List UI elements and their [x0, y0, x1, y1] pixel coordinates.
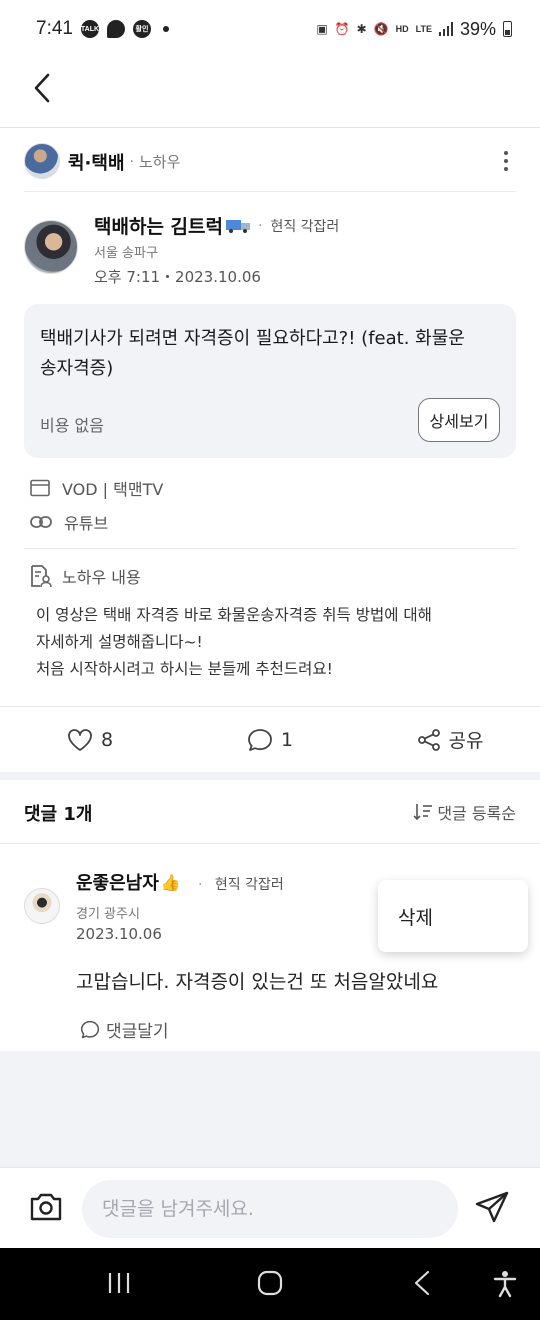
author-location: 서울 송파구 [94, 246, 158, 261]
author-meta: · 현직 각잡러 [258, 216, 339, 236]
status-time: 7:41 [36, 18, 73, 39]
category-row: 퀵·택배 · 노하우 [24, 142, 516, 192]
heart-icon [68, 728, 92, 751]
section-gap [0, 772, 540, 780]
comment-button[interactable]: 1 [180, 728, 360, 752]
chat-notification-icon [106, 20, 125, 38]
knowhow-line: 이 영상은 택배 자격증 바로 화물운송자격증 취득 방법에 대해 [36, 606, 432, 624]
detail-button[interactable]: 상세보기 [418, 398, 500, 442]
like-count: 8 [100, 728, 114, 751]
link-row[interactable]: 유튜브 [30, 510, 108, 534]
send-button[interactable] [474, 1190, 510, 1228]
vod-window-icon [30, 479, 50, 497]
bluetooth-icon: ✱ [356, 22, 367, 36]
vod-row: VOD | 택맨TV [30, 476, 163, 500]
thumbs-up-emoji-icon: 👍 [160, 872, 181, 892]
link-label: 유튜브 [64, 514, 109, 533]
camera-button[interactable] [28, 1190, 64, 1228]
signal-icon [438, 22, 453, 36]
author-job: 현직 각잡러 [270, 219, 340, 235]
author-avatar[interactable] [24, 220, 78, 274]
talk-notification-icon: TALK [81, 20, 99, 38]
knowhow-line: 처음 시작하시려고 하시는 분들께 추천드려요! [36, 660, 333, 678]
author-name: 택배하는 김트럭 [94, 216, 223, 238]
alarm-icon: ⏰ [334, 22, 350, 36]
back-button[interactable] [24, 70, 60, 106]
commenter-avatar[interactable] [24, 888, 60, 924]
more-vertical-icon [504, 150, 508, 155]
card-title: 택배기사가 되려면 자격증이 필요하다고?! (feat. 화물운송자격증) [40, 328, 465, 379]
comments-header: 댓글 1개 댓글 등록순 [0, 780, 540, 844]
hd-voice-icon: HD [395, 24, 409, 34]
commenter-meta: · 현직 각잡러 [198, 874, 284, 894]
commenter-name: 운좋은남자 [76, 873, 159, 894]
link-icon [30, 516, 52, 528]
home-icon[interactable] [257, 1270, 283, 1296]
comments-title: 댓글 1개 [24, 804, 93, 825]
sort-button[interactable]: 댓글 등록순 [413, 800, 516, 824]
comment-date: 2023.10.06 [76, 925, 162, 943]
knowhow-line: 자세하게 설명해줍니다~! [36, 633, 203, 651]
system-nav-bar [0, 1248, 540, 1320]
top-app-bar [0, 58, 540, 128]
app-notification-icon: 활인 [132, 20, 151, 38]
delete-menu-item[interactable]: 삭제 [378, 880, 528, 952]
author-separator: · [258, 218, 263, 234]
reply-label: 댓글달기 [106, 1022, 169, 1042]
post-actions: 8 1 공유 [0, 706, 540, 772]
knowhow-body: 이 영상은 택배 자격증 바로 화물운송자격증 취득 방법에 대해 자세하게 설… [36, 602, 432, 683]
card-cost: 비용 없음 [40, 416, 104, 435]
more-notifications-icon [162, 26, 169, 32]
vod-label: VOD | 택맨TV [62, 480, 164, 499]
more-dot [504, 166, 508, 171]
sort-label: 댓글 등록순 [437, 804, 516, 823]
commenter-name-row[interactable]: 운좋은남자 👍 [76, 869, 181, 895]
share-label: 공유 [448, 730, 484, 752]
comment-bubble-icon [80, 1020, 100, 1038]
like-button[interactable]: 8 [0, 728, 180, 752]
accessibility-icon[interactable] [492, 1270, 518, 1298]
sort-icon [413, 804, 433, 821]
category-name[interactable]: 퀵·택배 [68, 149, 125, 175]
empty-area [0, 1051, 540, 1167]
comment-text: 고맙습니다. 자격증이 있는건 또 처음알았네요 [76, 971, 439, 993]
author-name-row[interactable]: 택배하는 김트럭 [94, 212, 252, 239]
author-section: 택배하는 김트럭 · 현직 각잡러 서울 송파구 오후 7:11・2023.10… [24, 210, 516, 290]
comment-bubble-icon [248, 728, 272, 751]
back-arrow-icon [34, 73, 50, 103]
comment-input-bar [0, 1167, 540, 1248]
reply-button[interactable]: 댓글달기 [80, 1017, 169, 1042]
category-avatar [24, 142, 60, 179]
share-icon [417, 728, 440, 751]
more-dot [504, 158, 508, 163]
knowhow-heading: 노하우 내용 [62, 568, 141, 587]
comment-count: 1 [280, 728, 294, 751]
commenter-separator: · [198, 877, 203, 893]
category-type: 노하우 [138, 153, 181, 171]
truck-emoji-icon [225, 219, 250, 233]
camera-icon [30, 1193, 62, 1221]
mute-icon: 🔇 [373, 22, 389, 36]
commenter-job: 현직 각잡러 [214, 877, 284, 893]
commenter-location: 경기 광주시 [76, 907, 140, 922]
author-date: 오후 7:11・2023.10.06 [94, 268, 261, 286]
battery-icon [503, 21, 512, 37]
category-separator: · [129, 153, 134, 170]
more-options-button[interactable] [496, 146, 516, 176]
battery-saver-icon: ▣ [316, 22, 328, 36]
nav-back-icon[interactable] [410, 1270, 436, 1296]
section-divider [24, 548, 516, 549]
share-button[interactable]: 공유 [360, 726, 540, 753]
document-person-icon [31, 565, 52, 588]
recent-apps-icon[interactable] [106, 1270, 132, 1296]
battery-percent: 39% [459, 18, 496, 39]
delete-label: 삭제 [398, 906, 433, 929]
knowhow-card: 택배기사가 되려면 자격증이 필요하다고?! (feat. 화물운송자격증) 비… [24, 304, 516, 458]
knowhow-heading-row: 노하우 내용 [28, 564, 141, 588]
status-bar: 7:41 TALK 활인 ▣ ⏰ ✱ 🔇 HD LTE 39% [0, 0, 540, 58]
network-type-label: LTE [415, 24, 432, 34]
comment-input[interactable] [82, 1180, 458, 1238]
send-icon [475, 1191, 509, 1223]
